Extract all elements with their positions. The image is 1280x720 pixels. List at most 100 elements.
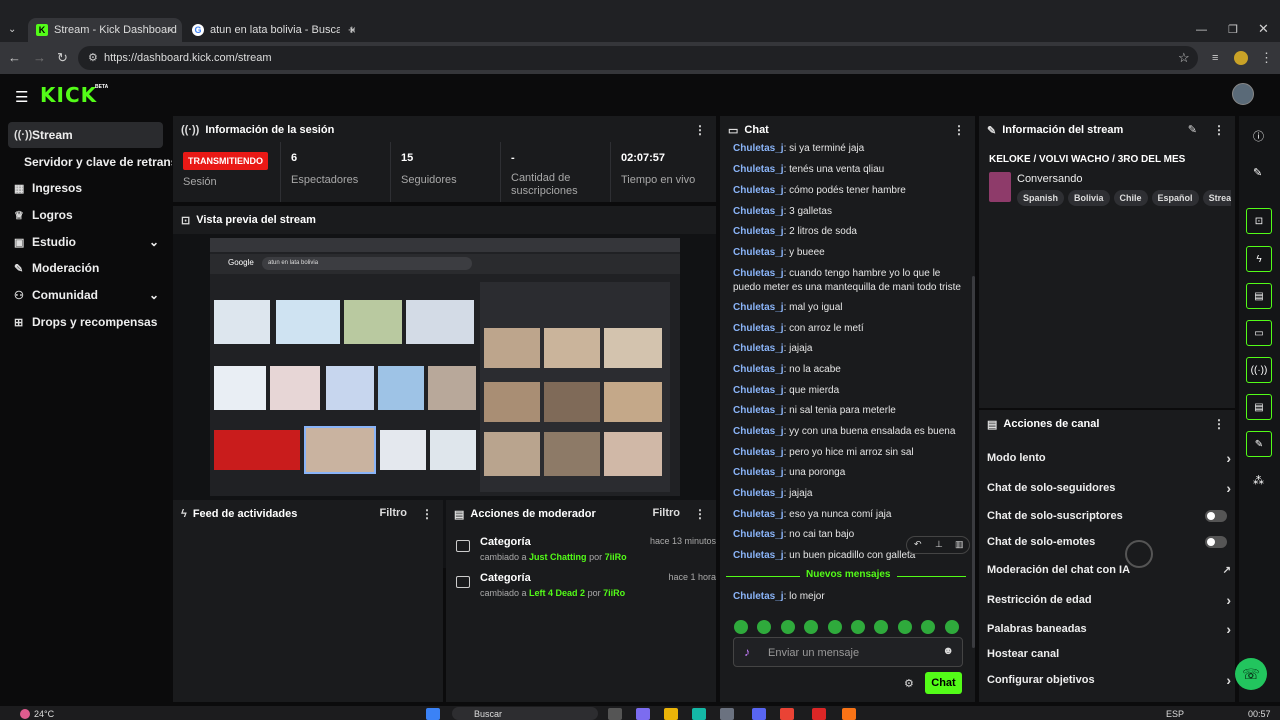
emote-icon[interactable] (921, 620, 935, 634)
more-options-icon[interactable]: ⋮ (694, 123, 706, 137)
tag[interactable]: Español (1151, 190, 1199, 206)
sidebar-item-stream-key[interactable]: Servidor y clave de retransmisión (18, 149, 172, 175)
sidebar-item-comunidad[interactable]: ⚇ Comunidad ⌄ (8, 282, 163, 308)
emote-icon[interactable] (874, 620, 888, 634)
app-icon[interactable] (842, 708, 856, 720)
mod-action-item[interactable]: Categoría cambiado a Left 4 Dead 2 por 7… (456, 572, 716, 604)
chat-username[interactable]: Chuletas_j (733, 268, 784, 279)
app-icon[interactable] (636, 708, 650, 720)
chat-message[interactable]: Chuletas_j: lo mejor (733, 590, 965, 604)
windows-start-icon[interactable] (426, 708, 440, 720)
explorer-icon[interactable] (664, 708, 678, 720)
tag[interactable]: Bolivia (1068, 190, 1110, 206)
chat-message[interactable]: Chuletas_j: yy con una buena ensalada es… (733, 425, 965, 439)
chat-username[interactable]: Chuletas_j (733, 323, 784, 334)
browser-menu-icon[interactable]: ⋮ (1260, 50, 1273, 66)
more-options-icon[interactable]: ⋮ (1213, 123, 1225, 137)
new-tab-button[interactable]: + (348, 22, 356, 38)
chat-message[interactable]: Chuletas_j: cuando tengo hambre yo lo qu… (733, 267, 965, 295)
chat-message[interactable]: Chuletas_j: ni sal tenia para meterle (733, 404, 965, 418)
action-banned-words[interactable]: Palabras baneadas › (987, 619, 1231, 639)
chat-settings-icon[interactable]: ⚙ (904, 677, 914, 690)
reload-icon[interactable]: ↻ (57, 50, 68, 66)
stream-category[interactable]: Conversando (1017, 173, 1082, 185)
emote-icon[interactable] (828, 620, 842, 634)
chat-message[interactable]: Chuletas_j: y bueee (733, 246, 965, 260)
action-configure-goals[interactable]: Configurar objetivos › (987, 670, 1231, 690)
rail-mod-button[interactable]: ▤ (1246, 283, 1272, 309)
chat-message[interactable]: Chuletas_j: si ya terminé jaja (733, 142, 965, 156)
emote-icon[interactable] (804, 620, 818, 634)
chat-username[interactable]: Chuletas_j (733, 488, 784, 499)
filter-button[interactable]: Filtro (380, 507, 408, 519)
chat-username[interactable]: Chuletas_j (733, 447, 784, 458)
chat-username[interactable]: Chuletas_j (733, 364, 784, 375)
mod-action-item[interactable]: Categoría cambiado a Just Chatting por 7… (456, 536, 716, 568)
more-options-icon[interactable]: ⋮ (421, 507, 433, 521)
chat-message[interactable]: Chuletas_j: no la acabe (733, 363, 965, 377)
task-view-icon[interactable] (608, 708, 622, 720)
emote-icon[interactable] (945, 620, 959, 634)
chat-message[interactable]: Chuletas_j: una poronga (733, 466, 965, 480)
reply-icon[interactable]: ↶ (914, 539, 922, 550)
chat-input[interactable]: ♪ Enviar un mensaje ☻ (733, 637, 963, 667)
tag[interactable]: Spanish (1017, 190, 1065, 206)
rail-preview-button[interactable]: ⊡ (1246, 208, 1272, 234)
mic-icon[interactable]: ♪ (744, 645, 750, 659)
chat-username[interactable]: Chuletas_j (733, 343, 784, 354)
chat-username[interactable]: Chuletas_j (733, 143, 784, 154)
clock[interactable]: 00:57 (1248, 709, 1271, 719)
chat-username[interactable]: Chuletas_j (733, 226, 784, 237)
chat-message[interactable]: Chuletas_j: mal yo igual (733, 301, 965, 315)
rail-actions-button[interactable]: ▤ (1246, 394, 1272, 420)
browser-tab-kick[interactable]: K Stream - Kick Dashboard × (28, 18, 182, 42)
url-field[interactable]: https://dashboard.kick.com/stream (78, 46, 1198, 70)
chat-message[interactable]: Chuletas_j: tenés una venta qliau (733, 163, 965, 177)
maximize-icon[interactable]: ❐ (1228, 22, 1238, 38)
sidebar-item-estudio[interactable]: ▣ Estudio ⌄ (8, 229, 163, 255)
rail-feed-button[interactable]: ϟ (1246, 246, 1272, 272)
store-icon[interactable] (720, 708, 734, 720)
chat-message[interactable]: Chuletas_j: pero yo hice mi arroz sin sa… (733, 446, 965, 460)
sidebar-item-drops[interactable]: ⊞ Drops y recompensas (8, 309, 163, 335)
chat-message[interactable]: Chuletas_j: 2 litros de soda (733, 225, 965, 239)
chat-message[interactable]: Chuletas_j: jajaja (733, 342, 965, 356)
chat-username[interactable]: Chuletas_j (733, 550, 784, 561)
more-options-icon[interactable]: ⋮ (953, 123, 965, 137)
rail-info-button[interactable]: ✎ (1246, 431, 1272, 457)
tag[interactable]: Streame (1202, 190, 1231, 206)
chat-message[interactable]: Chuletas_j: jajaja (733, 487, 965, 501)
taskbar-search[interactable]: Buscar (452, 707, 598, 720)
discord-icon[interactable] (752, 708, 766, 720)
sidebar-item-stream[interactable]: ((·)) Stream (8, 122, 163, 148)
chat-message[interactable]: Chuletas_j: cómo podés tener hambre (733, 184, 965, 198)
close-tab-icon[interactable]: × (167, 23, 174, 37)
chat-message[interactable]: Chuletas_j: con arroz le metí (733, 322, 965, 336)
tab-list-chevron-icon[interactable]: ⌄ (8, 22, 16, 38)
delete-icon[interactable]: ▥ (955, 539, 964, 550)
chat-username[interactable]: Chuletas_j (733, 426, 784, 437)
rail-chat-button[interactable]: ▭ (1246, 320, 1272, 346)
send-chat-button[interactable]: Chat (925, 672, 962, 694)
site-info-icon[interactable]: ⚙ (88, 50, 98, 66)
emote-icon[interactable] (898, 620, 912, 634)
tag[interactable]: Chile (1113, 190, 1148, 206)
emote-icon[interactable] (734, 620, 748, 634)
media-icon[interactable]: ≡ (1212, 50, 1218, 66)
chat-username[interactable]: Chuletas_j (733, 206, 784, 217)
hamburger-menu-icon[interactable]: ☰ (15, 88, 28, 106)
action-slow-mode[interactable]: Modo lento › (987, 448, 1231, 468)
action-age-restriction[interactable]: Restricción de edad › (987, 590, 1231, 610)
edit-icon[interactable]: ✎ (1253, 166, 1262, 179)
action-subscribers-only[interactable]: Chat de solo-suscriptores (987, 506, 1231, 526)
pin-icon[interactable]: ⊥ (935, 539, 943, 550)
chat-username[interactable]: Chuletas_j (733, 467, 784, 478)
chat-username[interactable]: Chuletas_j (733, 247, 784, 258)
emote-icon[interactable] (757, 620, 771, 634)
chat-username[interactable]: Chuletas_j (733, 529, 784, 540)
chat-scrollbar[interactable] (972, 276, 975, 648)
emoji-icon[interactable]: ☻ (942, 645, 954, 657)
action-ai-moderation[interactable]: Moderación del chat con IA ↗ (987, 560, 1231, 580)
action-host-channel[interactable]: Hostear canal (987, 644, 1231, 664)
emote-icon[interactable] (851, 620, 865, 634)
